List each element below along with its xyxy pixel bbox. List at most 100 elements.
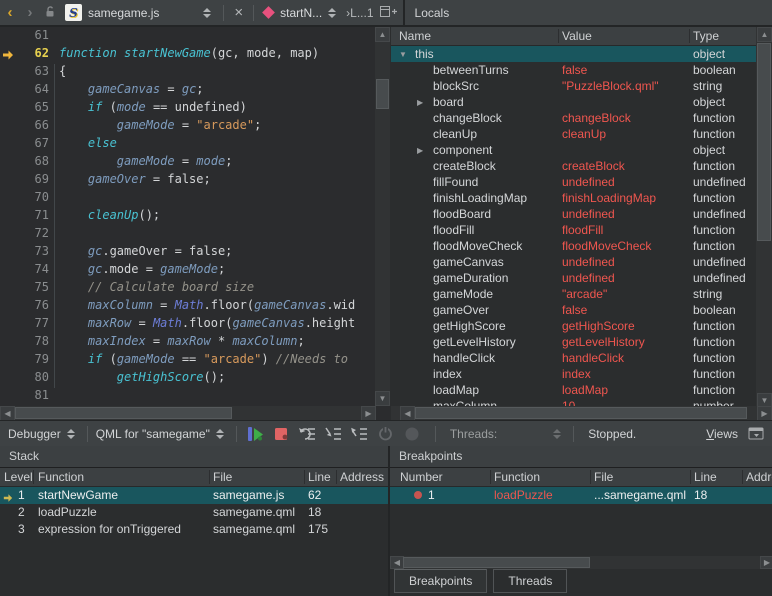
code-line[interactable]: 62function startNewGame(gc, mode, map) bbox=[0, 46, 375, 64]
breakpoint-margin[interactable] bbox=[0, 154, 16, 172]
scroll-up-icon[interactable]: ▲ bbox=[375, 27, 390, 42]
locals-row[interactable]: cleanUpcleanUpfunction bbox=[391, 126, 756, 142]
step-out-icon[interactable] bbox=[350, 425, 370, 443]
locals-row[interactable]: gameCanvasundefinedundefined bbox=[391, 254, 756, 270]
locals-row[interactable]: ▶componentobject bbox=[391, 142, 756, 158]
code-line[interactable]: 71 cleanUp(); bbox=[0, 208, 375, 226]
breakpoint-margin[interactable] bbox=[0, 118, 16, 136]
code-line[interactable]: 67 else bbox=[0, 136, 375, 154]
locals-row[interactable]: betweenTurnsfalseboolean bbox=[391, 62, 756, 78]
engine-selector[interactable]: QML for "samegame" bbox=[96, 427, 210, 441]
breakpoint-margin[interactable] bbox=[0, 388, 16, 406]
code-line[interactable]: 81 bbox=[0, 388, 375, 406]
breakpoint-margin[interactable] bbox=[0, 226, 16, 244]
scroll-down-icon[interactable]: ▼ bbox=[375, 391, 390, 406]
breakpoint-margin[interactable] bbox=[0, 298, 16, 316]
locals-row[interactable]: ▼thisobject bbox=[391, 46, 756, 62]
split-editor-icon[interactable] bbox=[380, 5, 397, 21]
code-line[interactable]: 64 gameCanvas = gc; bbox=[0, 82, 375, 100]
breakpoint-margin[interactable] bbox=[0, 82, 16, 100]
locals-row[interactable]: floodFillfloodFillfunction bbox=[391, 222, 756, 238]
breakpoint-margin[interactable] bbox=[0, 136, 16, 154]
locals-row[interactable]: gameDurationundefinedundefined bbox=[391, 270, 756, 286]
breakpoint-margin[interactable] bbox=[0, 280, 16, 298]
code-line[interactable]: 68 gameMode = mode; bbox=[0, 154, 375, 172]
expander-icon[interactable]: ▶ bbox=[417, 95, 423, 111]
code-line[interactable]: 66 gameMode = "arcade"; bbox=[0, 118, 375, 136]
stack-row[interactable]: 3expression for onTriggeredsamegame.qml1… bbox=[0, 521, 388, 538]
code-line[interactable]: 76 maxColumn = Math.floor(gameCanvas.wid bbox=[0, 298, 375, 316]
breakpoint-row[interactable]: 1loadPuzzle...samegame.qml18 bbox=[390, 487, 772, 504]
code-line[interactable]: 61 bbox=[0, 28, 375, 46]
locals-row[interactable]: getLevelHistorygetLevelHistoryfunction bbox=[391, 334, 756, 350]
breakpoint-margin[interactable] bbox=[0, 244, 16, 262]
file-dropdown-icon[interactable] bbox=[203, 8, 211, 18]
expander-icon[interactable]: ▼ bbox=[399, 47, 407, 63]
breakpoint-margin[interactable] bbox=[0, 190, 16, 208]
code-line[interactable]: 63{ bbox=[0, 64, 375, 82]
views-menu-icon[interactable] bbox=[748, 427, 764, 443]
code-line[interactable]: 69 gameOver = false; bbox=[0, 172, 375, 190]
symbol-selector[interactable]: startN... bbox=[280, 6, 322, 20]
tab-threads[interactable]: Threads bbox=[493, 569, 567, 593]
breakpoint-margin[interactable] bbox=[0, 334, 16, 352]
tab-breakpoints[interactable]: Breakpoints bbox=[394, 569, 487, 593]
locals-row[interactable]: loadMaploadMapfunction bbox=[391, 382, 756, 398]
locals-row[interactable]: floodBoardundefinedundefined bbox=[391, 206, 756, 222]
scroll-right-icon[interactable]: ▶ bbox=[757, 406, 772, 420]
code-line[interactable]: 65 if (mode == undefined) bbox=[0, 100, 375, 118]
open-file-name[interactable]: samegame.js bbox=[88, 6, 159, 20]
locals-horizontal-scrollbar[interactable]: ◀ ▶ bbox=[391, 406, 772, 420]
scroll-left-icon[interactable]: ◀ bbox=[0, 406, 15, 420]
breakpoint-margin[interactable] bbox=[0, 316, 16, 334]
code-line[interactable]: 74 gc.mode = gameMode; bbox=[0, 262, 375, 280]
breakpoint-margin[interactable] bbox=[0, 172, 16, 190]
stack-row[interactable]: 1startNewGamesamegame.js62 bbox=[0, 487, 388, 504]
code-editor[interactable]: 6162function startNewGame(gc, mode, map)… bbox=[0, 27, 390, 420]
breakpoint-margin[interactable] bbox=[0, 262, 16, 280]
breakpoint-margin[interactable] bbox=[0, 370, 16, 388]
code-line[interactable]: 79 if (gameMode == "arcade") //Needs to bbox=[0, 352, 375, 370]
locals-row[interactable]: gameOverfalseboolean bbox=[391, 302, 756, 318]
continue-button[interactable] bbox=[246, 425, 266, 443]
close-file-icon[interactable]: × bbox=[230, 4, 247, 21]
code-line[interactable]: 75 // Calculate board size bbox=[0, 280, 375, 298]
stop-button[interactable] bbox=[272, 425, 292, 443]
code-line[interactable]: 80 getHighScore(); bbox=[0, 370, 375, 388]
breakpoint-margin[interactable] bbox=[0, 352, 16, 370]
code-line[interactable]: 70 bbox=[0, 190, 375, 208]
locals-row[interactable]: finishLoadingMapfinishLoadingMapfunction bbox=[391, 190, 756, 206]
stack-row[interactable]: 2loadPuzzlesamegame.qml18 bbox=[0, 504, 388, 521]
locals-row[interactable]: fillFoundundefinedundefined bbox=[391, 174, 756, 190]
code-line[interactable]: 73 gc.gameOver = false; bbox=[0, 244, 375, 262]
line-indicator[interactable]: ›L...1 bbox=[346, 6, 373, 20]
code-line[interactable]: 78 maxIndex = maxRow * maxColumn; bbox=[0, 334, 375, 352]
locals-row[interactable]: ▶boardobject bbox=[391, 94, 756, 110]
locals-row[interactable]: handleClickhandleClickfunction bbox=[391, 350, 756, 366]
breakpoint-margin[interactable] bbox=[0, 28, 16, 46]
scroll-right-icon[interactable]: ▶ bbox=[361, 406, 376, 420]
locals-row[interactable]: indexindexfunction bbox=[391, 366, 756, 382]
code-line[interactable]: 77 maxRow = Math.floor(gameCanvas.height bbox=[0, 316, 375, 334]
locals-row[interactable]: getHighScoregetHighScorefunction bbox=[391, 318, 756, 334]
step-into-icon[interactable] bbox=[324, 425, 344, 443]
breakpoint-margin[interactable] bbox=[0, 100, 16, 118]
expander-icon[interactable]: ▶ bbox=[417, 143, 423, 159]
back-icon[interactable]: ‹ bbox=[0, 4, 20, 21]
scroll-left-icon[interactable]: ◀ bbox=[400, 406, 415, 420]
breakpoint-margin[interactable] bbox=[0, 64, 16, 82]
locals-row[interactable]: floodMoveCheckfloodMoveCheckfunction bbox=[391, 238, 756, 254]
execution-pointer-icon[interactable] bbox=[0, 46, 16, 64]
views-menu[interactable]: Views bbox=[706, 427, 738, 441]
locals-row[interactable]: changeBlockchangeBlockfunction bbox=[391, 110, 756, 126]
locals-row[interactable]: createBlockcreateBlockfunction bbox=[391, 158, 756, 174]
editor-horizontal-scrollbar[interactable]: ◀ ▶ bbox=[0, 406, 376, 420]
engine-dropdown-icon[interactable] bbox=[216, 429, 224, 439]
scroll-up-icon[interactable]: ▲ bbox=[757, 27, 772, 42]
locals-row[interactable]: blockSrc"PuzzleBlock.qml"string bbox=[391, 78, 756, 94]
code-line[interactable]: 72 bbox=[0, 226, 375, 244]
debugger-menu[interactable]: Debugger bbox=[8, 427, 61, 441]
forward-icon[interactable]: › bbox=[20, 4, 40, 21]
editor-vertical-scrollbar[interactable]: ▲ ▼ bbox=[375, 27, 390, 406]
locals-row[interactable]: gameMode"arcade"string bbox=[391, 286, 756, 302]
